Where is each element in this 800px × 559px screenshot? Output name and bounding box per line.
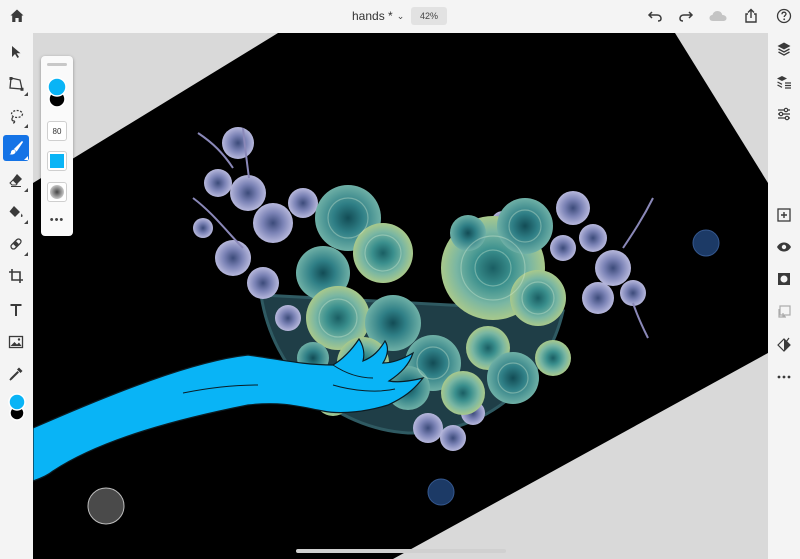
help-icon: [776, 8, 792, 24]
artboard: [33, 33, 768, 559]
document-title-label: hands *: [352, 9, 393, 23]
color-swatch-pair: [8, 393, 26, 421]
eye-icon: [777, 242, 791, 252]
eraser-tool[interactable]: [3, 167, 29, 193]
place-image-tool[interactable]: [3, 329, 29, 355]
submenu-indicator-icon: [24, 92, 28, 96]
effects-icon: [777, 337, 791, 352]
brush-more-button[interactable]: •••: [47, 214, 67, 226]
panel-grip[interactable]: [47, 63, 67, 66]
document-page: [33, 33, 768, 559]
layer-properties-button[interactable]: [772, 70, 796, 94]
fill-tool[interactable]: [3, 199, 29, 225]
transform-icon: [9, 77, 24, 91]
redo-button[interactable]: [675, 5, 697, 27]
submenu-indicator-icon: [24, 124, 28, 128]
more-button[interactable]: [772, 365, 796, 389]
mask-button[interactable]: [772, 267, 796, 291]
brush-color-swatches[interactable]: [46, 76, 68, 110]
submenu-indicator-icon: [24, 252, 28, 256]
help-button[interactable]: [773, 5, 795, 27]
color-swatches[interactable]: [6, 393, 28, 423]
brush-opacity-control[interactable]: [47, 151, 67, 171]
arrow-pointer-icon: [12, 46, 21, 58]
left-toolbar: [0, 33, 33, 559]
more-icon: [777, 375, 791, 379]
brush-softness-control[interactable]: [47, 182, 67, 202]
layer-properties-icon: [777, 76, 791, 89]
eyedropper-tool[interactable]: [3, 361, 29, 387]
brush-panel: 80 •••: [41, 56, 73, 236]
add-layer-icon: [777, 208, 791, 222]
opacity-color-chip: [50, 154, 64, 168]
touch-shortcut-button[interactable]: [87, 487, 125, 525]
eyedropper-icon: [9, 367, 23, 381]
brush-tool[interactable]: [3, 135, 29, 161]
lasso-icon: [10, 109, 24, 124]
undo-button[interactable]: [644, 5, 666, 27]
layer-effects-button[interactable]: [772, 332, 796, 356]
chevron-down-icon: ⌄: [396, 10, 405, 21]
sliders-icon: [778, 107, 790, 121]
add-layer-button[interactable]: [772, 203, 796, 227]
soft-brush-icon: [50, 185, 64, 199]
submenu-indicator-icon: [24, 220, 28, 224]
zoom-level[interactable]: 42%: [411, 7, 447, 25]
layers-icon: [777, 42, 791, 56]
type-tool[interactable]: [3, 297, 29, 323]
type-icon: [10, 304, 22, 316]
bandage-icon: [10, 238, 22, 250]
mask-icon: [778, 273, 790, 285]
home-button[interactable]: [6, 5, 28, 27]
share-button[interactable]: [740, 5, 762, 27]
brush-size-control[interactable]: 80: [47, 121, 67, 141]
cloud-icon: [709, 11, 727, 21]
healing-tool[interactable]: [3, 231, 29, 257]
paint-bucket-icon: [9, 206, 23, 218]
image-icon: [8, 335, 24, 349]
home-icon: [10, 9, 24, 22]
submenu-indicator-icon: [24, 156, 28, 160]
select-tool[interactable]: [3, 39, 29, 65]
visibility-button[interactable]: [772, 235, 796, 259]
layers-button[interactable]: [772, 37, 796, 61]
home-indicator[interactable]: [296, 549, 506, 553]
brush-icon: [9, 140, 24, 155]
crop-tool[interactable]: [3, 263, 29, 289]
document-title[interactable]: hands * ⌄: [352, 9, 404, 23]
eraser-icon: [9, 174, 22, 187]
clip-icon: [778, 305, 791, 318]
lasso-tool[interactable]: [3, 103, 29, 129]
adjustments-button[interactable]: [772, 102, 796, 126]
crop-icon: [9, 269, 23, 283]
right-toolbar: [768, 33, 800, 559]
canvas-area[interactable]: [33, 33, 768, 559]
share-icon: [745, 8, 757, 23]
undo-icon: [647, 11, 662, 22]
submenu-indicator-icon: [24, 188, 28, 192]
top-bar: hands * ⌄ 42%: [0, 0, 800, 33]
touch-indicator-bottom[interactable]: [427, 478, 455, 506]
transform-tool[interactable]: [3, 71, 29, 97]
clipping-button[interactable]: [772, 300, 796, 324]
touch-indicator-right[interactable]: [692, 229, 720, 257]
redo-icon: [679, 11, 694, 22]
cloud-button[interactable]: [707, 5, 729, 27]
